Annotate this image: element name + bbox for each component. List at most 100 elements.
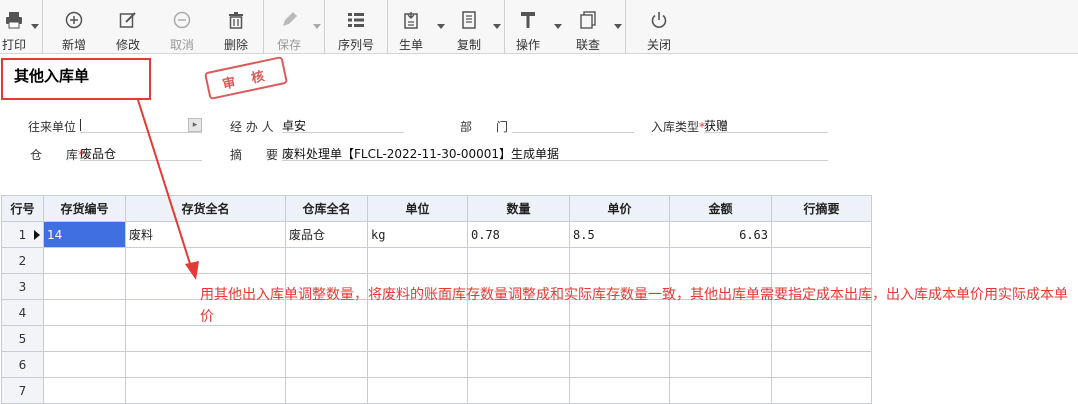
cell-row-summary[interactable] (771, 325, 872, 352)
generate-order-button[interactable]: 生单 (388, 0, 434, 54)
cancel-button[interactable]: 取消 (155, 0, 209, 54)
cell-quantity[interactable] (467, 325, 570, 352)
add-button[interactable]: 新增 (47, 0, 101, 54)
row-number-text: 1 (18, 227, 27, 242)
cell-row-summary[interactable] (771, 377, 872, 404)
table-row[interactable]: 2 (1, 247, 872, 274)
cell-warehouse[interactable] (285, 351, 368, 378)
cell-item-name[interactable] (125, 247, 286, 274)
col-header-row-summary[interactable]: 行摘要 (771, 195, 872, 222)
cell-amount[interactable] (669, 351, 772, 378)
cell-unit-price[interactable]: 8.5 (569, 221, 670, 248)
generate-order-dropdown[interactable] (434, 0, 448, 53)
cell-unit[interactable] (367, 351, 468, 378)
cell-item-name[interactable] (125, 351, 286, 378)
cell-item-code[interactable] (43, 325, 126, 352)
partner-lookup-button[interactable]: ▸ (188, 118, 202, 132)
linked-query-button[interactable]: 联查 (565, 0, 611, 54)
col-header-unit-price[interactable]: 单价 (569, 195, 670, 222)
col-header-unit[interactable]: 单位 (367, 195, 468, 222)
chevron-down-icon (437, 24, 445, 29)
cell-warehouse[interactable] (285, 377, 368, 404)
cell-unit[interactable]: kg (367, 221, 468, 248)
in-type-input[interactable]: 获赠 (704, 117, 828, 133)
cell-quantity[interactable] (467, 247, 570, 274)
department-input[interactable] (512, 117, 634, 133)
generate-order-label: 生单 (398, 38, 423, 52)
cell-amount[interactable] (669, 247, 772, 274)
cell-warehouse[interactable] (285, 325, 368, 352)
cell-row-summary[interactable] (771, 221, 872, 248)
cell-row-summary[interactable] (771, 247, 872, 274)
cell-item-name[interactable] (125, 325, 286, 352)
annotation-text: 用其他出入库单调整数量，将废料的账面库存数量调整成和实际库存数量一致，其他出库单… (200, 287, 1068, 325)
print-dropdown[interactable] (28, 0, 42, 53)
cell-quantity[interactable] (467, 377, 570, 404)
col-header-quantity[interactable]: 数量 (467, 195, 570, 222)
cell-unit[interactable] (367, 325, 468, 352)
cell-amount[interactable] (669, 377, 772, 404)
in-type-label: 入库类型* (651, 118, 705, 135)
cell-unit-price[interactable] (569, 351, 670, 378)
tool-icon (518, 10, 538, 30)
cell-row-summary[interactable] (771, 351, 872, 378)
partner-input[interactable] (80, 117, 202, 133)
cell-quantity[interactable] (467, 351, 570, 378)
save-button[interactable]: 保存 (268, 0, 310, 54)
linked-query-dropdown[interactable] (611, 0, 625, 53)
cell-item-code[interactable] (43, 247, 126, 274)
col-header-item-name[interactable]: 存货全名 (125, 195, 286, 222)
cell-item-name[interactable] (125, 377, 286, 404)
serial-group: 序列号 (325, 0, 388, 53)
col-header-item-code[interactable]: 存货编号 (43, 195, 126, 222)
operate-dropdown[interactable] (551, 0, 565, 53)
delete-button[interactable]: 删除 (209, 0, 263, 54)
copy-button[interactable]: 复制 (448, 0, 490, 54)
cell-warehouse[interactable] (285, 247, 368, 274)
cell-quantity[interactable]: 0.78 (467, 221, 570, 248)
row-number: 2 (1, 247, 44, 274)
col-header-row-no[interactable]: 行号 (1, 195, 44, 222)
table-row[interactable]: 5 (1, 325, 872, 352)
cell-unit-price[interactable] (569, 377, 670, 404)
cell-unit[interactable] (367, 247, 468, 274)
current-row-icon (34, 230, 40, 240)
cell-item-code[interactable] (43, 299, 126, 326)
cell-item-code[interactable] (43, 273, 126, 300)
table-row[interactable]: 6 (1, 351, 872, 378)
table-row[interactable]: 1 14 废料 废品仓 kg 0.78 8.5 6.63 (1, 221, 872, 248)
cell-item-code[interactable] (43, 377, 126, 404)
grid-icon (346, 10, 366, 30)
cell-warehouse[interactable]: 废品仓 (285, 221, 368, 248)
close-button[interactable]: 关闭 (636, 0, 682, 54)
copy-label: 复制 (456, 38, 481, 52)
cell-item-code[interactable]: 14 (43, 221, 126, 248)
print-button[interactable]: 打印 (0, 0, 28, 54)
table-row[interactable]: 7 (1, 377, 872, 404)
print-group: 打印 (0, 0, 43, 53)
operate-group: 操作 联查 (505, 0, 626, 53)
operate-button[interactable]: 操作 (505, 0, 551, 54)
chevron-down-icon (493, 24, 501, 29)
save-dropdown[interactable] (310, 0, 324, 53)
col-header-amount[interactable]: 金额 (669, 195, 772, 222)
cell-amount[interactable]: 6.63 (669, 221, 772, 248)
cell-item-name[interactable]: 废料 (125, 221, 286, 248)
minus-circle-icon (172, 10, 192, 30)
cell-unit-price[interactable] (569, 247, 670, 274)
copy-dropdown[interactable] (490, 0, 504, 53)
cell-unit-price[interactable] (569, 325, 670, 352)
handler-input[interactable]: 卓安 (282, 117, 404, 133)
copy-doc-icon (459, 10, 479, 30)
col-header-warehouse[interactable]: 仓库全名 (285, 195, 368, 222)
row-number: 6 (1, 351, 44, 378)
summary-input[interactable]: 废料处理单【FLCL-2022-11-30-00001】生成单据 (282, 145, 828, 161)
row-number: 7 (1, 377, 44, 404)
warehouse-input[interactable]: 废品仓 (80, 145, 202, 161)
cell-item-code[interactable] (43, 351, 126, 378)
edit-button[interactable]: 修改 (101, 0, 155, 54)
page-title: 其他入库单 (14, 67, 90, 85)
cell-amount[interactable] (669, 325, 772, 352)
serial-number-button[interactable]: 序列号 (325, 0, 387, 54)
cell-unit[interactable] (367, 377, 468, 404)
